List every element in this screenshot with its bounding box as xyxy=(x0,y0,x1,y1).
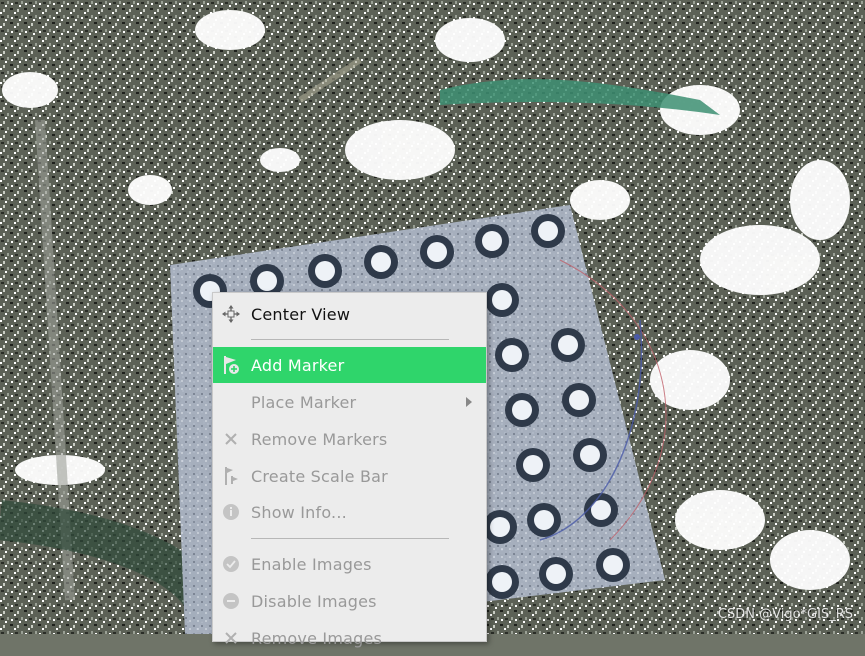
menu-item-label: Center View xyxy=(251,304,351,324)
menu-item-label: Remove Markers xyxy=(251,429,388,449)
menu-item-label: Place Marker xyxy=(251,392,357,412)
menu-item-label: Show Info... xyxy=(251,502,347,522)
center-view-icon xyxy=(221,304,241,324)
menu-item-label: Disable Images xyxy=(251,591,377,611)
menu-item-disable-images[interactable]: Disable Images xyxy=(213,583,486,619)
menu-item-add-marker[interactable]: Add Marker xyxy=(213,347,486,383)
scale-bar-icon xyxy=(221,466,241,486)
menu-separator xyxy=(251,339,449,340)
watermark: CSDN @Vigo*GIS_RS xyxy=(717,607,853,622)
info-icon xyxy=(221,502,241,522)
menu-separator xyxy=(251,538,449,539)
menu-item-enable-images[interactable]: Enable Images xyxy=(213,546,486,582)
menu-item-label: Enable Images xyxy=(251,554,372,574)
menu-item-place-marker[interactable]: Place Marker xyxy=(213,384,486,420)
menu-item-center-view[interactable]: Center View xyxy=(213,296,486,332)
minus-circle-icon xyxy=(221,591,241,611)
menu-item-label: Create Scale Bar xyxy=(251,466,388,486)
menu-item-label: Add Marker xyxy=(251,355,345,375)
menu-item-label: Remove Images xyxy=(251,628,383,648)
menu-item-remove-markers[interactable]: Remove Markers xyxy=(213,421,486,457)
add-marker-icon xyxy=(221,355,241,375)
menu-item-create-scale-bar[interactable]: Create Scale Bar xyxy=(213,458,486,494)
menu-item-show-info[interactable]: Show Info... xyxy=(213,494,486,530)
submenu-arrow-icon xyxy=(466,397,472,407)
menu-item-remove-images[interactable]: Remove Images xyxy=(213,620,486,656)
close-icon xyxy=(221,628,241,648)
context-menu: Center View Add Marker Place Marker Remo… xyxy=(212,292,487,648)
check-circle-icon xyxy=(221,554,241,574)
close-icon xyxy=(221,429,241,449)
